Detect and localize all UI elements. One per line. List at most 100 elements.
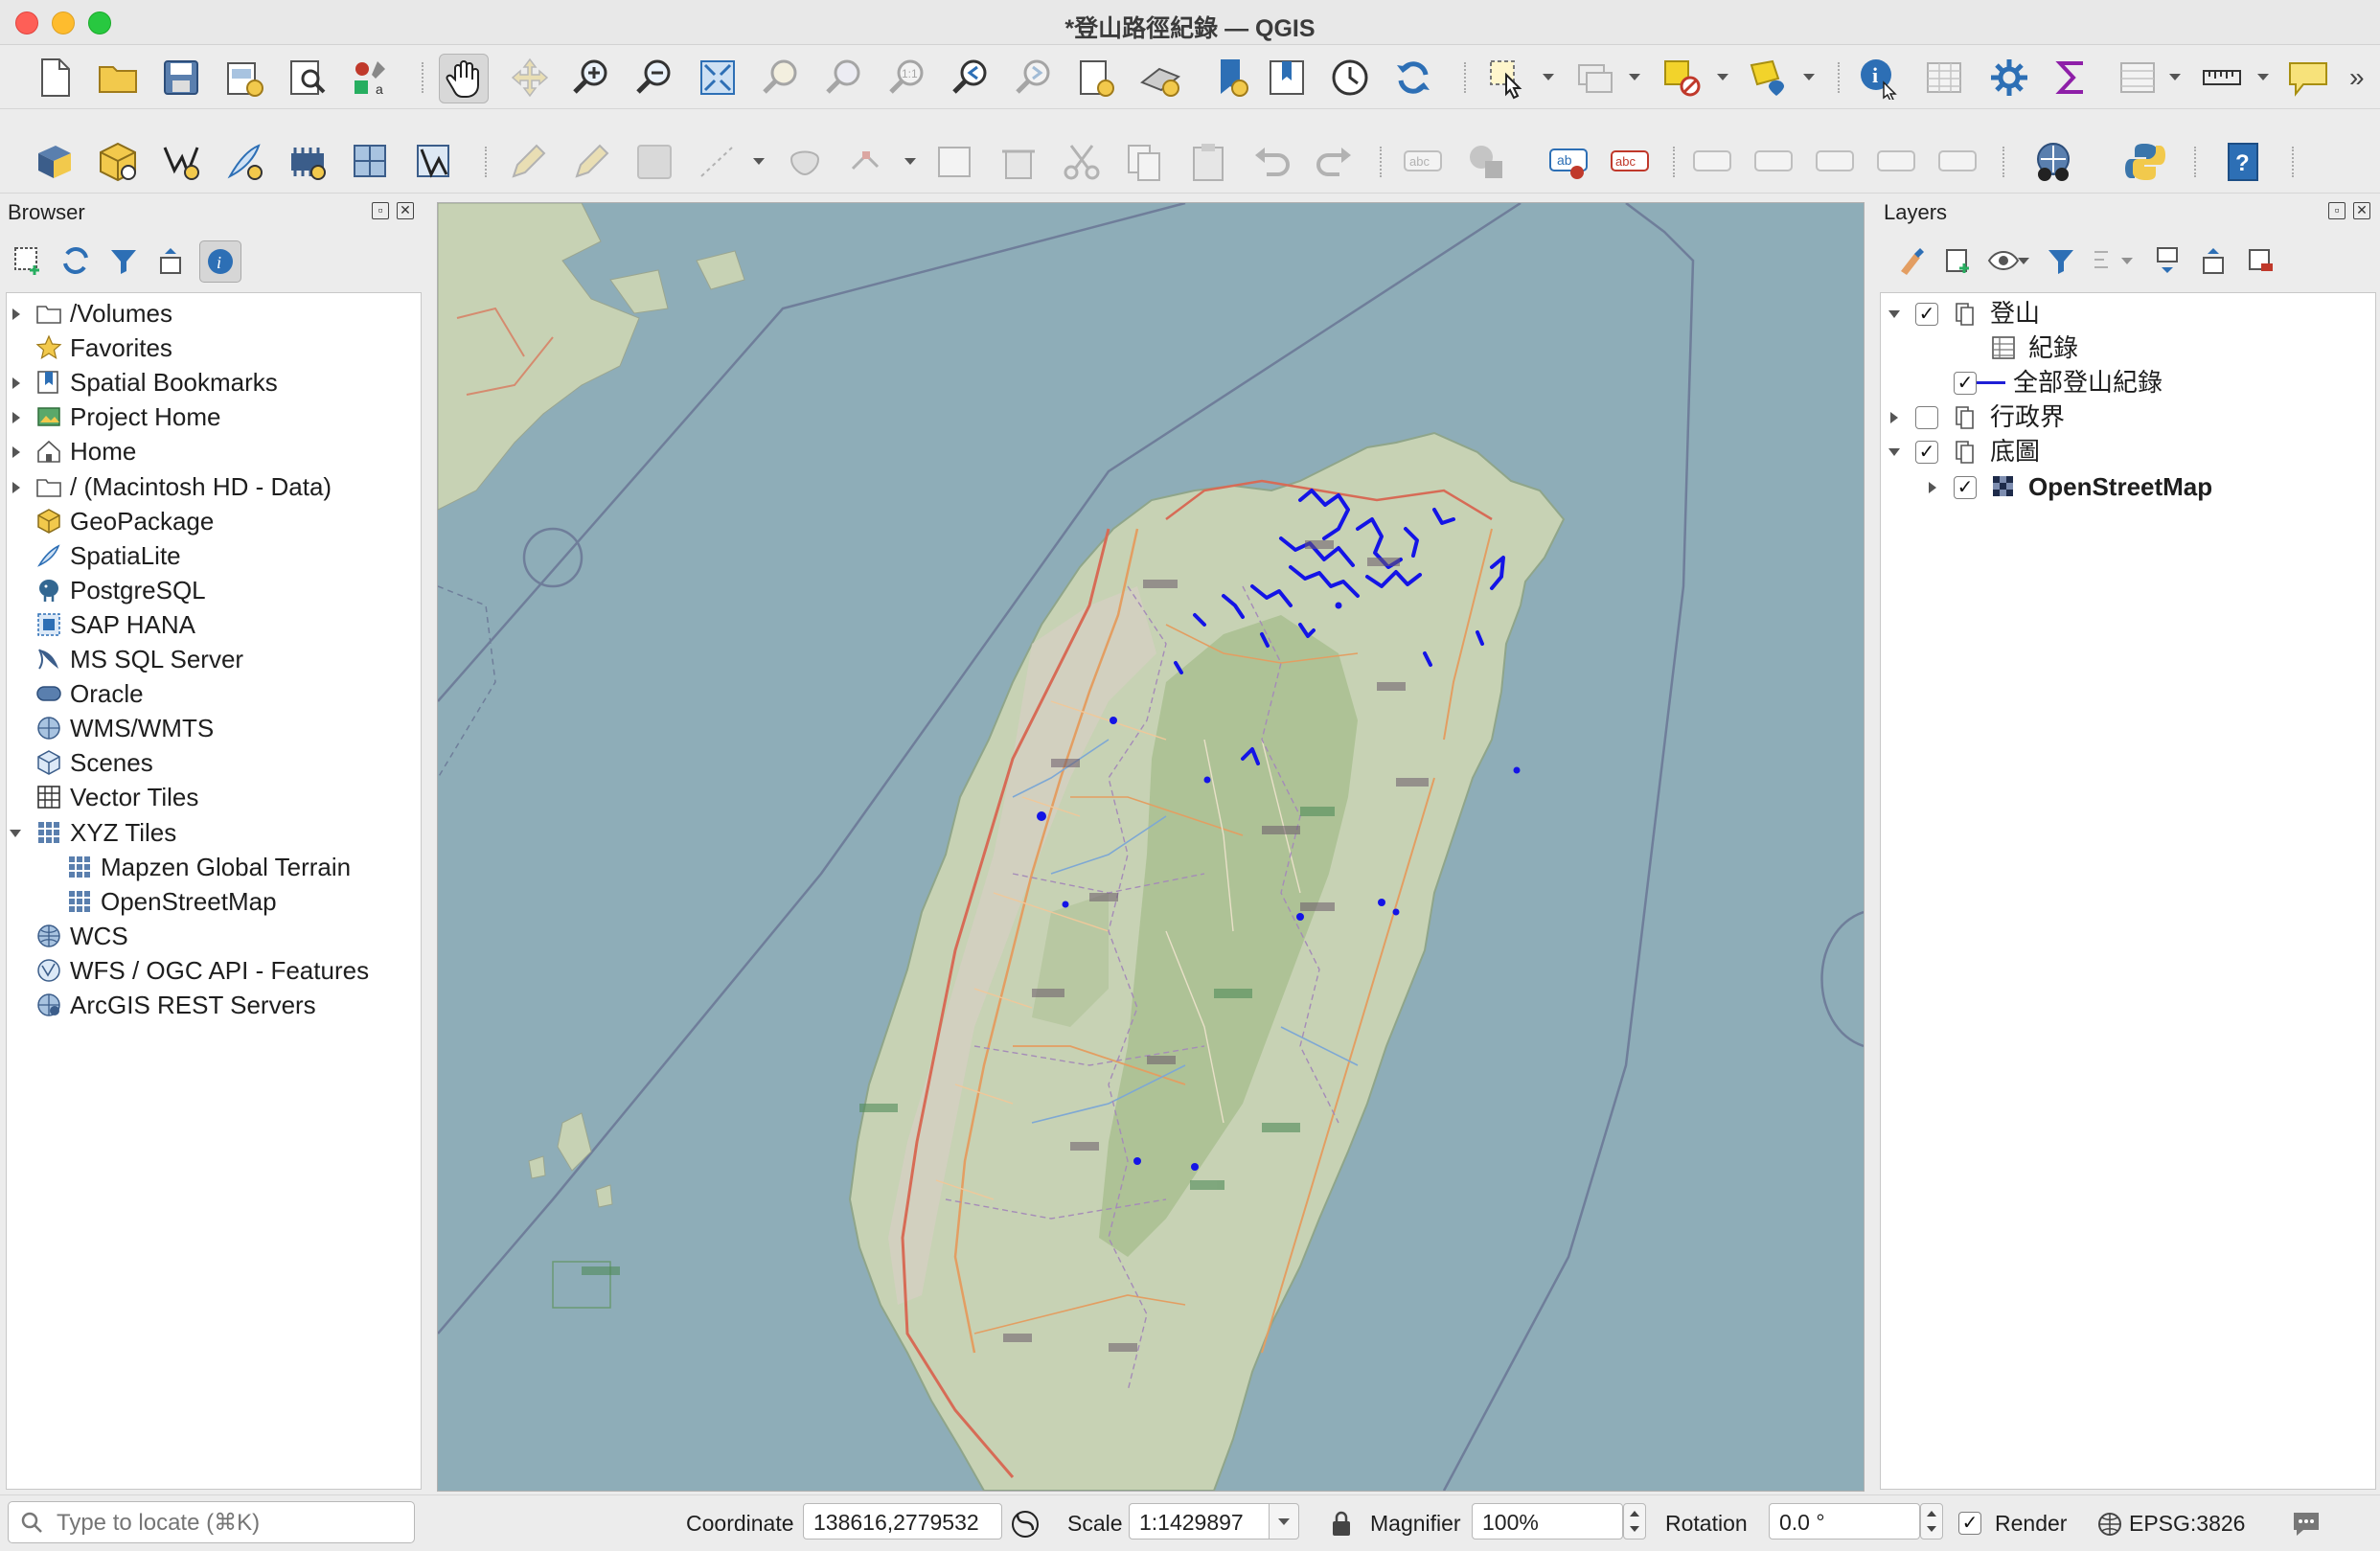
magnifier-spinner[interactable]	[1623, 1503, 1646, 1540]
browser-item[interactable]: Favorites	[7, 331, 421, 364]
browser-item[interactable]: Project Home	[7, 400, 421, 433]
collapse-all-icon[interactable]	[151, 240, 192, 281]
new-3d-map-view-icon[interactable]	[1136, 54, 1184, 102]
browser-item[interactable]: Oracle	[7, 677, 421, 710]
filter-legend-icon[interactable]	[2041, 240, 2081, 281]
zoom-next-icon[interactable]	[1010, 54, 1058, 102]
new-project-icon[interactable]	[31, 54, 79, 102]
expand-arrow-icon[interactable]	[12, 308, 20, 320]
help-icon[interactable]: ?	[2219, 138, 2267, 186]
change-label-icon[interactable]	[1934, 138, 1981, 186]
expand-arrow-icon[interactable]	[12, 377, 20, 390]
new-virtual-layer-icon[interactable]	[347, 138, 395, 186]
browser-item[interactable]: Scenes	[7, 746, 421, 779]
expand-arrow-icon[interactable]	[12, 481, 20, 493]
zoom-full-icon[interactable]	[694, 54, 742, 102]
select-by-location-icon[interactable]	[1744, 54, 1792, 102]
rotation-spinner[interactable]	[1920, 1503, 1943, 1540]
new-spatialite-layer-icon[interactable]	[220, 138, 268, 186]
layer-visibility-checkbox[interactable]: ✓	[1954, 475, 1977, 499]
expand-all-icon[interactable]	[2148, 240, 2188, 281]
deselect-icon[interactable]	[1571, 54, 1619, 102]
browser-item[interactable]: WCS	[7, 920, 421, 952]
new-map-view-icon[interactable]	[1073, 54, 1121, 102]
browser-item[interactable]: Home	[7, 435, 421, 468]
show-hide-labels-icon[interactable]	[1750, 138, 1797, 186]
browser-item[interactable]: Vector Tiles	[7, 781, 421, 813]
refresh-browser-icon[interactable]	[56, 240, 96, 281]
float-panel-button[interactable]: ▫	[372, 202, 389, 219]
label-toolbar-icon[interactable]: abc	[1399, 138, 1447, 186]
map-canvas[interactable]	[437, 202, 1865, 1492]
rotate-label-icon[interactable]	[1872, 138, 1920, 186]
show-bookmarks-icon[interactable]	[1263, 54, 1311, 102]
crs-label[interactable]: EPSG:3826	[2129, 1511, 2245, 1537]
toggle-extents-icon[interactable]	[1010, 1509, 1041, 1540]
attribute-table-icon[interactable]	[1920, 54, 1968, 102]
move-label-icon[interactable]	[1811, 138, 1859, 186]
layer-visibility-checkbox[interactable]: ✓	[1915, 303, 1938, 326]
save-edits-icon[interactable]	[630, 138, 678, 186]
properties-widget-icon[interactable]: i	[199, 240, 241, 283]
float-panel-button[interactable]: ▫	[2328, 202, 2346, 219]
zoom-native-icon[interactable]: 1:1	[883, 54, 931, 102]
expand-arrow-icon[interactable]	[1929, 481, 1936, 493]
add-feature-icon[interactable]	[782, 138, 830, 186]
close-panel-button[interactable]: ✕	[397, 202, 414, 219]
layer-item[interactable]: ✓ 全部登山紀錄	[1881, 366, 2375, 399]
undo-icon[interactable]	[1247, 138, 1295, 186]
browser-item[interactable]: WFS / OGC API - Features	[7, 954, 421, 987]
magnifier-field[interactable]: 100%	[1472, 1503, 1623, 1540]
statistics-icon[interactable]	[2048, 54, 2096, 102]
zoom-to-layer-icon[interactable]	[820, 54, 868, 102]
select-feature-icon[interactable]	[1483, 54, 1531, 102]
add-group-icon[interactable]	[1937, 240, 1978, 281]
layer-item[interactable]: ✓ 登山	[1881, 297, 2375, 330]
render-checkbox[interactable]: ✓	[1958, 1512, 1981, 1535]
browser-item[interactable]: PostgreSQL	[7, 574, 421, 606]
browser-item[interactable]: Spatial Bookmarks	[7, 366, 421, 399]
browser-item[interactable]: MS SQL Server	[7, 643, 421, 675]
browser-item[interactable]: WMS/WMTS	[7, 712, 421, 744]
lock-scale-icon[interactable]	[1330, 1509, 1353, 1538]
layout-manager-icon[interactable]	[284, 54, 332, 102]
remove-layer-icon[interactable]	[2240, 240, 2280, 281]
paste-features-icon[interactable]	[1184, 138, 1232, 186]
layer-visibility-checkbox[interactable]: ✓	[1915, 441, 1938, 465]
new-bookmark-icon[interactable]	[1207, 54, 1255, 102]
vertex-tool-icon[interactable]	[845, 138, 893, 186]
collapse-arrow-icon[interactable]	[1888, 310, 1900, 318]
current-edits-icon[interactable]	[504, 138, 552, 186]
new-print-layout-icon[interactable]	[220, 54, 268, 102]
new-geopackage-layer-icon[interactable]	[94, 138, 142, 186]
style-manager-icon[interactable]: a	[347, 54, 395, 102]
layer-visibility-checkbox[interactable]: ✓	[1954, 372, 1977, 396]
browser-item[interactable]: OpenStreetMap	[7, 885, 421, 918]
new-shapefile-layer-icon[interactable]	[157, 138, 205, 186]
open-layer-styling-icon[interactable]	[1891, 240, 1932, 281]
data-source-manager-icon[interactable]	[31, 138, 79, 186]
cut-features-icon[interactable]	[1058, 138, 1106, 186]
map-render[interactable]	[438, 203, 1864, 1491]
new-mesh-layer-icon[interactable]	[410, 138, 458, 186]
zoom-last-icon[interactable]	[947, 54, 995, 102]
browser-item[interactable]: ArcGIS REST Servers	[7, 989, 421, 1021]
coordinate-field[interactable]: 138616,2779532	[803, 1503, 1002, 1540]
identify-icon[interactable]: i	[1855, 54, 1903, 102]
zoom-to-selection-icon[interactable]	[757, 54, 805, 102]
browser-item[interactable]: GeoPackage	[7, 505, 421, 537]
open-field-calculator-icon[interactable]	[2114, 54, 2162, 102]
layer-diagram-icon[interactable]	[1462, 138, 1510, 186]
temporal-controller-icon[interactable]	[1326, 54, 1374, 102]
save-project-icon[interactable]	[157, 54, 205, 102]
select-by-expression-icon[interactable]	[1658, 54, 1705, 102]
label-unplaced-icon[interactable]: abc	[1606, 138, 1654, 186]
scale-dropdown[interactable]	[1269, 1503, 1299, 1540]
add-selected-layers-icon[interactable]	[8, 240, 48, 281]
expand-arrow-icon[interactable]	[12, 412, 20, 424]
measure-icon[interactable]	[2198, 54, 2246, 102]
locator-bar[interactable]	[8, 1501, 415, 1543]
expand-arrow-icon[interactable]	[12, 446, 20, 459]
scale-field[interactable]: 1:1429897	[1129, 1503, 1270, 1540]
label-highlight-icon[interactable]: ab	[1545, 138, 1592, 186]
